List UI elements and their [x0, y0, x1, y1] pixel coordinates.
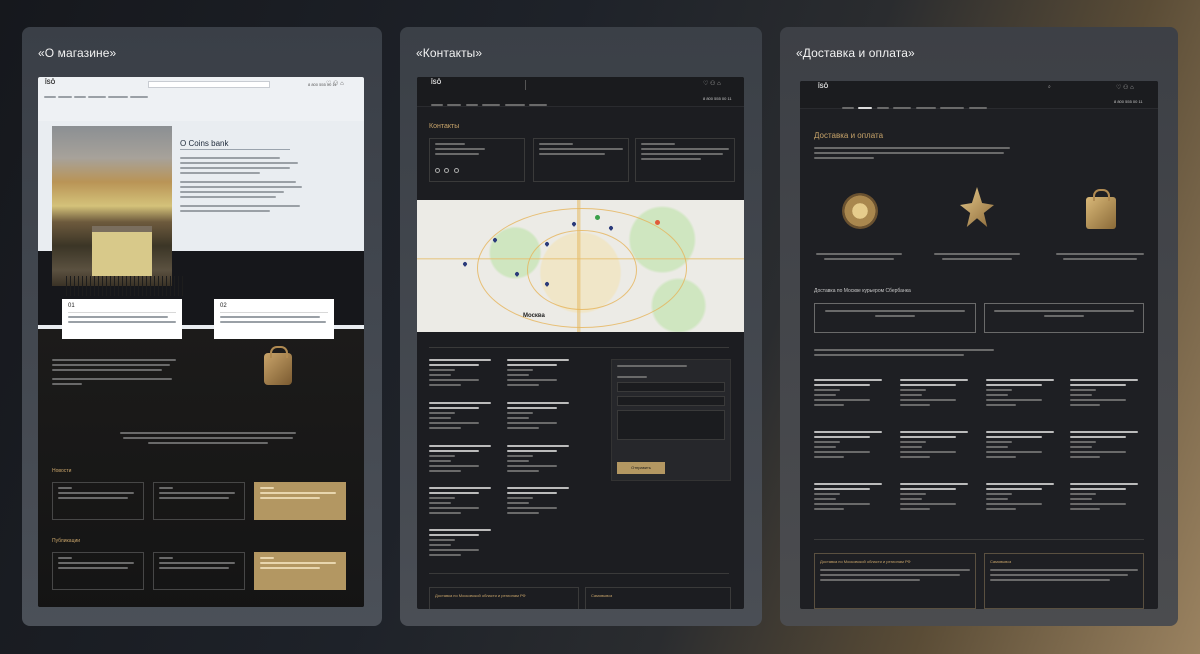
- store-building-photo: [52, 126, 186, 296]
- store-address: [814, 431, 892, 461]
- advantage-card-2: 02: [214, 299, 334, 339]
- store-address: [507, 487, 579, 517]
- contacts-heading: Контакты: [429, 123, 460, 130]
- store-address: [814, 379, 892, 409]
- store-address: [900, 379, 978, 409]
- site-header: ĪSŌ ♡ ⚇ ⌂ 8 800 555 00 11: [417, 77, 744, 107]
- header-phone: 8 800 555 00 11: [1114, 99, 1143, 104]
- panel-title: «Доставка и оплата»: [796, 46, 915, 60]
- delivery-region-box: Доставка по Московской области и региона…: [814, 553, 976, 609]
- store-address: [429, 402, 501, 432]
- store-map[interactable]: [417, 200, 744, 332]
- publication-card[interactable]: [153, 552, 245, 590]
- store-address: [986, 431, 1064, 461]
- store-address: [507, 359, 579, 389]
- panel-title: «Контакты»: [416, 46, 483, 60]
- search-input[interactable]: [148, 81, 270, 88]
- about-text: [180, 157, 304, 215]
- news-card[interactable]: [52, 482, 144, 520]
- map-city-label: Москва: [523, 313, 545, 319]
- news-card[interactable]: [153, 482, 245, 520]
- courier-free-box: [814, 303, 976, 333]
- submit-button[interactable]: Отправить: [617, 462, 665, 474]
- store-address: [1070, 379, 1148, 409]
- publications-heading: Публикации: [52, 538, 81, 544]
- search-icon[interactable]: ⌕: [1048, 84, 1051, 90]
- main-nav[interactable]: [44, 96, 148, 102]
- pickup-intro: [814, 349, 1014, 359]
- name-field[interactable]: [617, 382, 725, 392]
- store-address: [507, 445, 579, 475]
- contact-box-email: [533, 138, 629, 182]
- logo: ĪSŌ: [45, 80, 56, 86]
- panel-contacts: «Контакты» ĪSŌ ♡ ⚇ ⌂ 8 800 555 00 11 Кон…: [400, 27, 762, 626]
- store-address: [507, 402, 579, 432]
- feature-text: [814, 253, 904, 263]
- publication-card[interactable]: [52, 552, 144, 590]
- header-icons[interactable]: ♡ ⚇ ⌂: [326, 80, 344, 87]
- contact-box-phones: [429, 138, 525, 182]
- store-address: [900, 431, 978, 461]
- news-card-active[interactable]: [254, 482, 346, 520]
- news-heading: Новости: [52, 468, 72, 474]
- shopping-bag-icon: [264, 346, 292, 385]
- main-nav[interactable]: [842, 99, 1062, 117]
- contact-box-address: [635, 138, 735, 182]
- about-heading: О Coins bank: [180, 139, 229, 148]
- dark-intro-text: [52, 359, 182, 388]
- main-nav[interactable]: [431, 96, 631, 114]
- site-header: ĪSŌ ⌕ ♡ ⚇ ⌂ 8 800 555 00 11: [800, 81, 1158, 109]
- pickup-box: Самовывоз: [585, 587, 731, 609]
- store-address: [814, 483, 892, 513]
- advantage-card-1: 01: [62, 299, 182, 339]
- header-icons[interactable]: ♡ ⚇ ⌂: [1116, 84, 1134, 91]
- contact-form: Отправить: [611, 359, 731, 481]
- delivery-region-box: Доставка по Московской области и региона…: [429, 587, 579, 609]
- store-address: [986, 379, 1064, 409]
- delivery-intro: [814, 147, 1014, 162]
- dark-centered-text: [118, 432, 298, 447]
- message-field[interactable]: [617, 410, 725, 440]
- store-address: [429, 445, 501, 475]
- feature-text: [1054, 253, 1146, 263]
- shopping-bag-icon: [1086, 189, 1116, 229]
- panel-delivery: «Доставка и оплата» ĪSŌ ⌕ ♡ ⚇ ⌂ 8 800 55…: [780, 27, 1178, 626]
- header-phone: 8 800 555 00 11: [703, 96, 732, 101]
- contacts-page-screenshot: ĪSŌ ♡ ⚇ ⌂ 8 800 555 00 11 Контакты Москв…: [417, 77, 744, 609]
- spark-icon: [960, 187, 994, 227]
- logo: ĪSŌ: [818, 84, 829, 90]
- about-page-screenshot: ĪSŌ 8 800 555 00 11 ♡ ⚇ ⌂ О Coins bank 0…: [38, 77, 364, 607]
- courier-paid-box: [984, 303, 1144, 333]
- site-header: ĪSŌ 8 800 555 00 11 ♡ ⚇ ⌂: [38, 77, 364, 121]
- store-address: [429, 529, 501, 559]
- pickup-box: Самовывоз: [984, 553, 1144, 609]
- store-address: [900, 483, 978, 513]
- panel-about: «О магазине» ĪSŌ 8 800 555 00 11 ♡ ⚇ ⌂ О…: [22, 27, 382, 626]
- clock-icon: [842, 193, 878, 229]
- store-address: [429, 487, 501, 517]
- store-address: [429, 359, 501, 389]
- feature-text: [932, 253, 1022, 263]
- delivery-page-screenshot: ĪSŌ ⌕ ♡ ⚇ ⌂ 8 800 555 00 11 Доставка и о…: [800, 81, 1158, 609]
- store-address: [986, 483, 1064, 513]
- phone-field[interactable]: [617, 396, 725, 406]
- publication-card-active[interactable]: [254, 552, 346, 590]
- store-address: [1070, 483, 1148, 513]
- header-icons[interactable]: ♡ ⚇ ⌂: [703, 80, 721, 87]
- logo: ĪSŌ: [431, 80, 442, 86]
- courier-heading: Доставка по Москве курьером Сбербанка: [814, 288, 911, 294]
- panel-title: «О магазине»: [38, 46, 117, 60]
- delivery-heading: Доставка и оплата: [814, 131, 884, 140]
- store-address: [1070, 431, 1148, 461]
